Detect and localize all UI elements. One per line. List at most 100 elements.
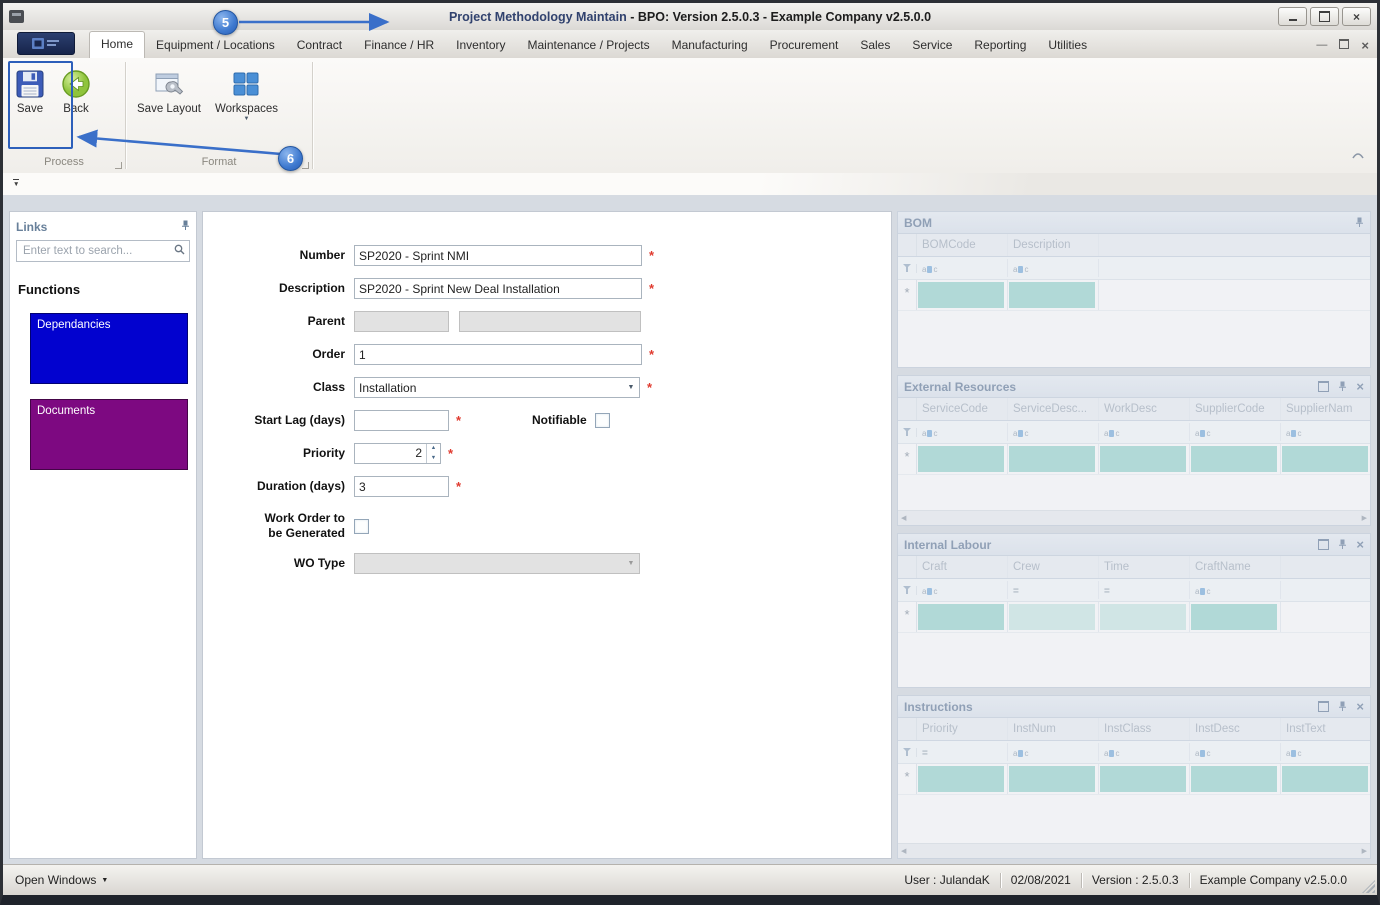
ribbon-tab-contract[interactable]: Contract [286, 33, 353, 58]
external-resources-column-header-3[interactable]: SupplierCode [1190, 398, 1281, 420]
internal-labour-column-header-1[interactable]: Crew [1008, 556, 1099, 578]
instructions-column-header-0[interactable]: Priority [917, 718, 1008, 740]
pin-icon[interactable] [1355, 217, 1364, 228]
ribbon-tab-maintenance-projects[interactable]: Maintenance / Projects [517, 33, 661, 58]
search-icon[interactable] [174, 242, 185, 260]
priority-spinner[interactable]: 2 ▲ ▼ [354, 443, 441, 464]
start-lag-input[interactable] [354, 410, 449, 431]
minimize-button[interactable] [1278, 7, 1307, 26]
new-row-cell[interactable] [1008, 602, 1099, 632]
filter-cell[interactable]: ac [1008, 259, 1099, 277]
ribbon-tab-service[interactable]: Service [901, 33, 963, 58]
open-windows-button[interactable]: Open Windows ▼ [15, 873, 108, 887]
new-row-cell[interactable] [1008, 764, 1099, 794]
filter-cell[interactable]: ac [1281, 423, 1370, 441]
new-row-cell[interactable] [1190, 764, 1281, 794]
horizontal-scrollbar[interactable]: ◀ ▶ [898, 843, 1370, 858]
class-dropdown[interactable]: Installation ▼ [354, 377, 640, 398]
pin-icon[interactable] [1338, 381, 1347, 392]
resize-grip[interactable] [1362, 880, 1375, 893]
ribbon-tab-inventory[interactable]: Inventory [445, 33, 516, 58]
scroll-right-icon[interactable]: ▶ [1362, 847, 1367, 855]
ribbon-tab-utilities[interactable]: Utilities [1037, 33, 1098, 58]
new-row-cell[interactable] [917, 280, 1008, 310]
filter-cell[interactable]: ac [1190, 581, 1281, 599]
spin-up-icon[interactable]: ▲ [427, 444, 440, 454]
bom-column-header-0[interactable]: BOMCode [917, 234, 1008, 256]
close-icon[interactable]: × [1356, 380, 1364, 393]
external-resources-column-header-2[interactable]: WorkDesc [1099, 398, 1190, 420]
filter-cell[interactable]: ac [1008, 743, 1099, 761]
filter-cell[interactable]: ac [1190, 423, 1281, 441]
process-dialog-launcher-icon[interactable] [115, 162, 122, 169]
number-input[interactable] [354, 245, 642, 266]
scroll-right-icon[interactable]: ▶ [1362, 514, 1367, 522]
workspaces-button[interactable]: Workspaces ▼ [210, 64, 283, 125]
mdi-restore-icon[interactable] [1339, 39, 1350, 52]
ribbon-tab-equipment-locations[interactable]: Equipment / Locations [145, 33, 286, 58]
duration-input[interactable] [354, 476, 449, 497]
ribbon-tab-reporting[interactable]: Reporting [963, 33, 1037, 58]
external-resources-column-header-0[interactable]: ServiceCode [917, 398, 1008, 420]
bom-column-header-1[interactable]: Description [1008, 234, 1099, 256]
ribbon-tab-finance-hr[interactable]: Finance / HR [353, 33, 445, 58]
ribbon-tab-sales[interactable]: Sales [849, 33, 901, 58]
new-row-cell[interactable] [1281, 764, 1370, 794]
instructions-column-header-2[interactable]: InstClass [1099, 718, 1190, 740]
filter-cell[interactable]: = [1008, 581, 1099, 599]
scroll-left-icon[interactable]: ◀ [901, 847, 906, 855]
filter-cell[interactable]: ac [1281, 743, 1370, 761]
instructions-column-header-1[interactable]: InstNum [1008, 718, 1099, 740]
filter-cell[interactable]: ac [917, 259, 1008, 277]
maximize-icon[interactable] [1318, 381, 1330, 392]
new-row-cell[interactable] [1099, 602, 1190, 632]
close-button[interactable]: × [1342, 7, 1371, 26]
filter-cell[interactable]: ac [1099, 743, 1190, 761]
save-button[interactable]: Save [9, 64, 51, 119]
search-input[interactable] [21, 244, 174, 258]
mdi-minimize-icon[interactable]: — [1316, 40, 1327, 51]
filter-cell[interactable]: ac [1008, 423, 1099, 441]
filter-cell[interactable]: = [917, 743, 1008, 761]
pin-icon[interactable] [181, 218, 190, 236]
wo-generate-checkbox[interactable] [354, 518, 369, 534]
new-row-cell[interactable] [1008, 280, 1099, 310]
pin-icon[interactable] [1338, 701, 1347, 712]
save-layout-button[interactable]: Save Layout [132, 64, 206, 119]
new-row-cell[interactable] [1099, 444, 1190, 474]
instructions-column-header-4[interactable]: InstText [1281, 718, 1370, 740]
new-row-cell[interactable] [917, 764, 1008, 794]
toolbar-overflow-icon[interactable]: ▼ [13, 179, 20, 189]
new-row-cell[interactable] [917, 444, 1008, 474]
maximize-button[interactable] [1310, 7, 1339, 26]
horizontal-scrollbar[interactable]: ◀ ▶ [898, 510, 1370, 525]
function-button-dependancies[interactable]: Dependancies [30, 313, 188, 384]
pin-icon[interactable] [1338, 539, 1347, 550]
scroll-left-icon[interactable]: ◀ [901, 514, 906, 522]
internal-labour-column-header-3[interactable]: CraftName [1190, 556, 1281, 578]
maximize-icon[interactable] [1318, 701, 1330, 712]
order-input[interactable] [354, 344, 642, 365]
new-row-cell[interactable] [1281, 444, 1370, 474]
format-dialog-launcher-icon[interactable] [302, 162, 309, 169]
new-row-cell[interactable] [1099, 764, 1190, 794]
external-resources-column-header-1[interactable]: ServiceDesc... [1008, 398, 1099, 420]
ribbon-tab-procurement[interactable]: Procurement [759, 33, 850, 58]
function-button-documents[interactable]: Documents [30, 399, 188, 470]
bpo-menu-button[interactable] [17, 32, 75, 55]
filter-cell[interactable]: ac [917, 581, 1008, 599]
filter-cell[interactable]: = [1099, 581, 1190, 599]
mdi-close-icon[interactable]: × [1361, 39, 1369, 52]
description-input[interactable] [354, 278, 642, 299]
close-icon[interactable]: × [1356, 700, 1364, 713]
new-row-cell[interactable] [1008, 444, 1099, 474]
internal-labour-column-header-0[interactable]: Craft [917, 556, 1008, 578]
new-row-cell[interactable] [1190, 444, 1281, 474]
filter-cell[interactable]: ac [1190, 743, 1281, 761]
ribbon-tab-home[interactable]: Home [89, 31, 146, 58]
internal-labour-column-header-2[interactable]: Time [1099, 556, 1190, 578]
filter-cell[interactable]: ac [917, 423, 1008, 441]
notifiable-checkbox[interactable] [594, 413, 610, 428]
filter-cell[interactable]: ac [1099, 423, 1190, 441]
close-icon[interactable]: × [1356, 538, 1364, 551]
